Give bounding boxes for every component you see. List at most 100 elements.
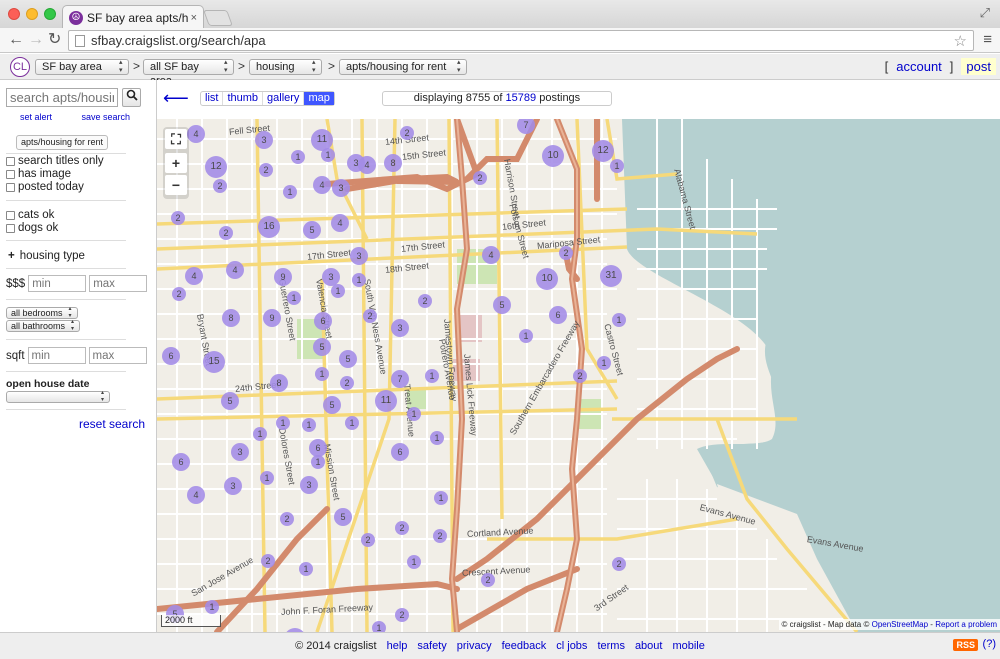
price-max-input[interactable] [89,275,148,292]
open-house-select[interactable] [6,390,110,404]
posting-cluster-marker[interactable]: 2 [361,533,375,547]
posting-cluster-marker[interactable]: 11 [375,390,397,412]
close-window-button[interactable] [8,8,20,20]
posting-cluster-marker[interactable]: 5 [493,296,511,314]
posting-cluster-marker[interactable]: 2 [559,246,573,260]
posting-cluster-marker[interactable]: 2 [172,287,186,301]
results-map[interactable]: Fell Street 14th Street 15th Street 16th St… [157,119,1000,632]
tab-thumb[interactable]: thumb [223,92,264,105]
posting-cluster-marker[interactable]: 2 [433,529,447,543]
new-tab-button[interactable] [203,10,233,26]
posting-cluster-marker[interactable]: 1 [519,329,533,343]
report-problem-link[interactable]: Report a problem [935,620,997,629]
posting-cluster-marker[interactable]: 1 [612,313,626,327]
posting-cluster-marker[interactable]: 2 [261,554,275,568]
posting-cluster-marker[interactable]: 2 [473,171,487,185]
posting-cluster-marker[interactable]: 3 [255,131,273,149]
posting-cluster-marker[interactable]: 1 [253,427,267,441]
category-select[interactable]: housing [249,59,322,75]
subarea-select[interactable]: all SF bay area [143,59,234,87]
posting-cluster-marker[interactable]: 1 [299,562,313,576]
posting-cluster-marker[interactable]: 1 [302,418,316,432]
tab-list[interactable]: list [201,92,224,105]
back-arrow-icon[interactable]: ⟵ [163,88,189,109]
posting-cluster-marker[interactable]: 3 [332,179,350,197]
checkbox[interactable] [6,223,15,233]
posting-cluster-marker[interactable]: 2 [400,126,414,140]
posting-cluster-marker[interactable]: 2 [219,226,233,240]
posting-cluster-marker[interactable]: 2 [395,608,409,622]
posting-cluster-marker[interactable]: 6 [172,453,190,471]
posting-cluster-marker[interactable]: 4 [482,246,500,264]
checkbox-search-titles[interactable]: search titles only [6,155,104,167]
posting-cluster-marker[interactable]: 2 [259,163,273,177]
checkbox[interactable] [6,210,15,220]
posting-cluster-marker[interactable]: 1 [311,455,325,469]
bookmark-star-icon[interactable]: ☆ [954,32,967,50]
category-button[interactable]: apts/housing for rent [16,135,108,150]
posting-cluster-marker[interactable]: 4 [358,156,376,174]
fullscreen-icon[interactable]: ⛶ [165,129,187,149]
cl-logo[interactable]: CL [10,57,30,77]
tab-map[interactable]: map [304,92,334,105]
posting-cluster-marker[interactable]: 5 [339,350,357,368]
posting-cluster-marker[interactable]: 1 [345,416,359,430]
posting-cluster-marker[interactable]: 2 [280,512,294,526]
subcategory-select[interactable]: apts/housing for rent [339,59,467,75]
posting-cluster-marker[interactable]: 5 [334,508,352,526]
posting-cluster-marker[interactable]: 10 [536,268,558,290]
checkbox-dogs-ok[interactable]: dogs ok [6,222,58,234]
footer-link-mobile[interactable]: mobile [672,640,704,652]
posting-cluster-marker[interactable]: 4 [187,125,205,143]
posting-cluster-marker[interactable]: 1 [597,356,611,370]
posting-cluster-marker[interactable]: 1 [425,369,439,383]
browser-menu-icon[interactable]: ≡ [983,31,992,48]
price-min-input[interactable] [28,275,87,292]
window-restore-icon[interactable]: ⤢ [980,5,990,21]
posting-cluster-marker[interactable]: 5 [303,221,321,239]
posting-cluster-marker[interactable]: 3 [224,477,242,495]
tab-gallery[interactable]: gallery [263,92,305,105]
posting-cluster-marker[interactable]: 3 [300,476,318,494]
minimize-window-button[interactable] [26,8,38,20]
posting-cluster-marker[interactable]: 1 [276,416,290,430]
address-bar[interactable]: sfbay.craigslist.org/search/apa ☆ [68,30,974,51]
posting-cluster-marker[interactable]: 6 [391,443,409,461]
sqft-max-input[interactable] [88,347,147,364]
posting-cluster-marker[interactable]: 1 [372,621,386,632]
posting-cluster-marker[interactable]: 4 [331,214,349,232]
area-select[interactable]: SF bay area [35,59,129,75]
posting-cluster-marker[interactable]: 4 [187,486,205,504]
zoom-out-button[interactable]: − [165,175,187,195]
footer-link-safety[interactable]: safety [417,640,446,652]
posting-cluster-marker[interactable]: 1 [430,431,444,445]
footer-link-help[interactable]: help [387,640,408,652]
posting-cluster-marker[interactable]: 9 [263,309,281,327]
posting-cluster-marker[interactable]: 1 [352,273,366,287]
posting-cluster-marker[interactable]: 6 [162,347,180,365]
posting-cluster-marker[interactable]: 1 [407,407,421,421]
posting-cluster-marker[interactable]: 31 [600,265,622,287]
footer-link-cl-jobs[interactable]: cl jobs [556,640,587,652]
posting-cluster-marker[interactable]: 6 [314,312,332,330]
posting-cluster-marker[interactable]: 9 [274,268,292,286]
checkbox[interactable] [6,182,15,192]
help-link[interactable]: (?) [983,638,996,650]
posting-cluster-marker[interactable]: 3 [391,319,409,337]
footer-link-feedback[interactable]: feedback [502,640,547,652]
search-button[interactable] [122,88,141,107]
posting-cluster-marker[interactable]: 1 [205,600,219,614]
posting-cluster-marker[interactable]: 16 [258,216,280,238]
posting-cluster-marker[interactable]: 2 [395,521,409,535]
posting-cluster-marker[interactable]: 1 [610,159,624,173]
posting-cluster-marker[interactable]: 3 [350,247,368,265]
posting-cluster-marker[interactable]: 1 [434,491,448,505]
posting-cluster-marker[interactable]: 7 [391,370,409,388]
reload-icon[interactable]: ↻ [48,31,61,49]
posting-cluster-marker[interactable]: 1 [283,185,297,199]
checkbox-cats-ok[interactable]: cats ok [6,209,54,221]
posting-cluster-marker[interactable]: 1 [287,291,301,305]
search-input[interactable] [6,88,118,107]
posting-cluster-marker[interactable]: 1 [331,284,345,298]
posting-cluster-marker[interactable]: 1 [315,367,329,381]
